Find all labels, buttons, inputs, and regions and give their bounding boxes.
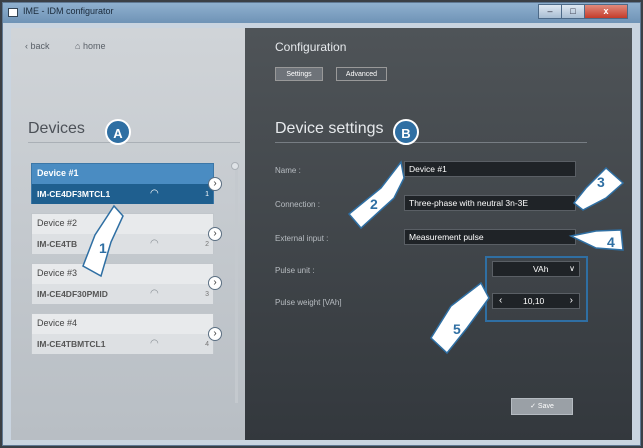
callout-2-number: 2 (370, 196, 378, 212)
maximize-button[interactable]: □ (561, 4, 585, 19)
app-window: IME - IDM configurator – □ x ‹ back ⌂ ho… (2, 2, 641, 446)
callout-3-number: 3 (597, 174, 605, 190)
callout-1-number: 1 (99, 240, 107, 256)
window-title: IME - IDM configurator (23, 6, 114, 16)
callout-4-number: 4 (607, 234, 615, 250)
callout-5-arrow (430, 281, 490, 355)
title-bar: IME - IDM configurator – □ x (3, 3, 640, 23)
client-area: ‹ back ⌂ home Configuration Settings Adv… (11, 28, 632, 440)
callout-4-arrow (568, 229, 624, 251)
annotation-arrows (82, 160, 625, 355)
callout-2-arrow (347, 160, 405, 230)
callout-5-number: 5 (453, 321, 461, 337)
minimize-button[interactable]: – (538, 4, 562, 19)
close-button[interactable]: x (584, 4, 628, 19)
app-icon (8, 8, 18, 17)
